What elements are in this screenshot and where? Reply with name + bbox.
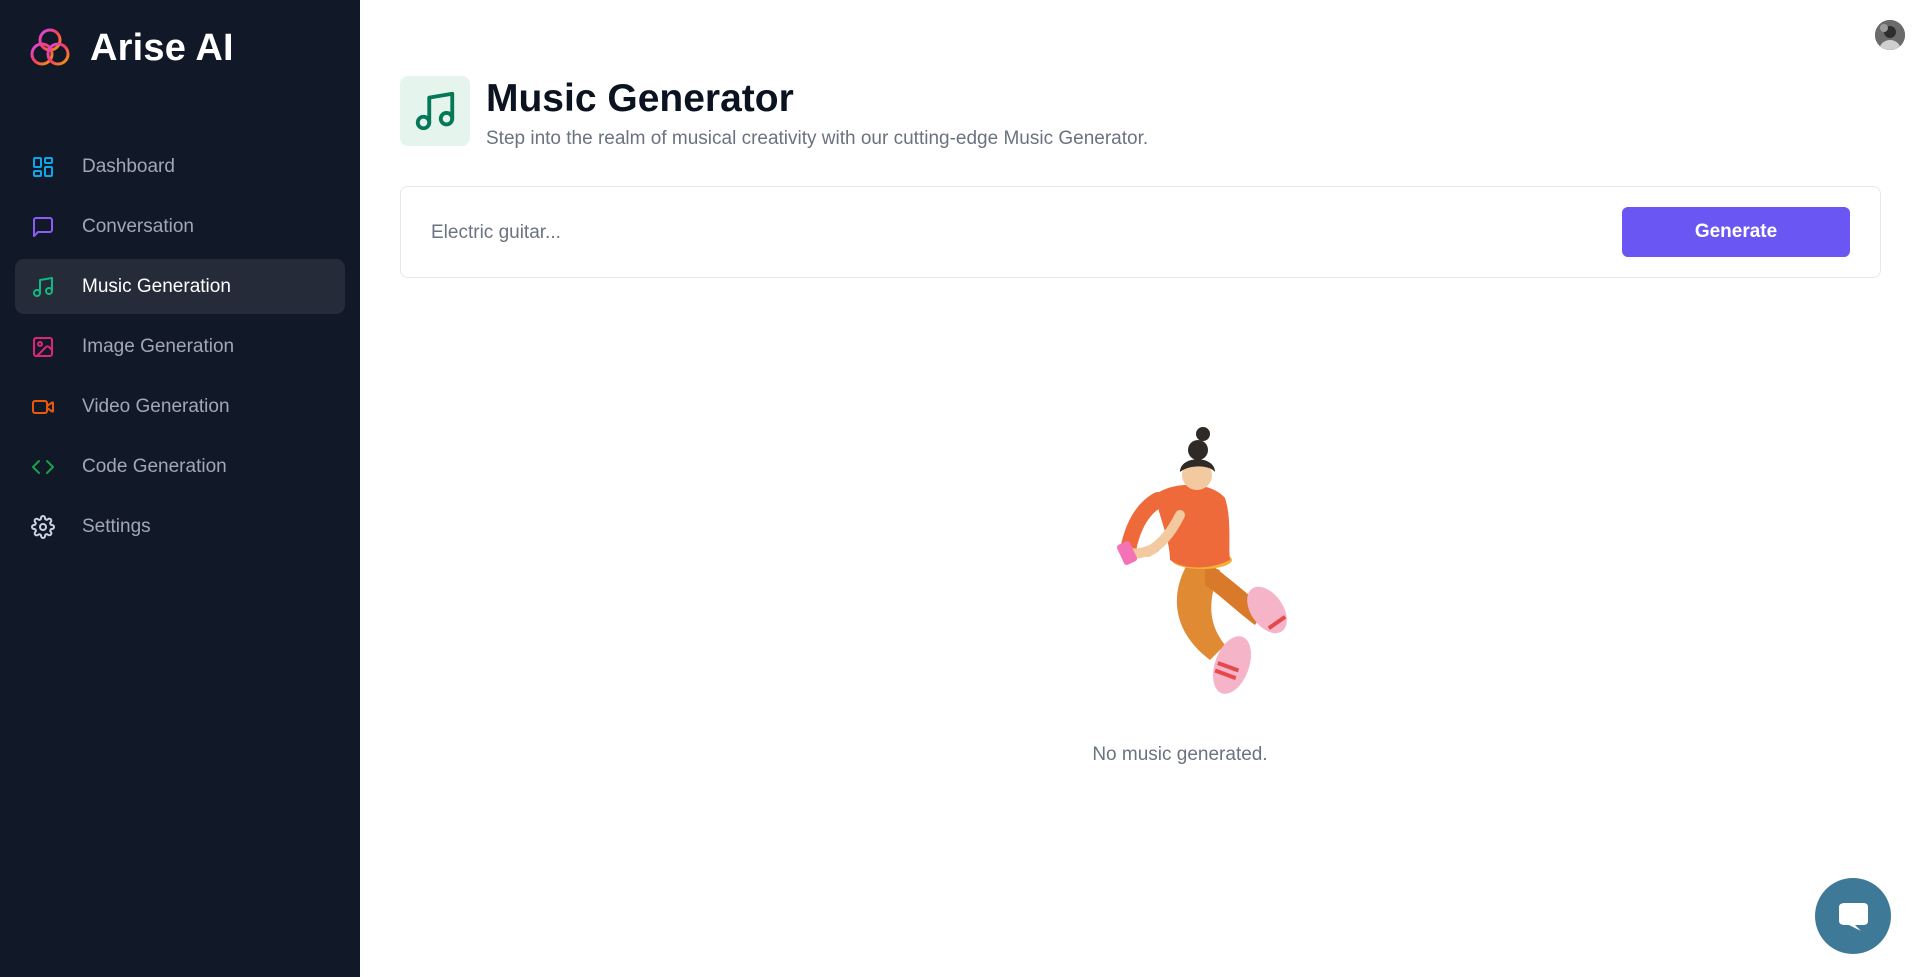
- sidebar-item-conversation[interactable]: Conversation: [15, 199, 345, 254]
- gear-icon: [30, 514, 56, 540]
- sidebar-item-settings[interactable]: Settings: [15, 499, 345, 554]
- sidebar-item-label: Image Generation: [82, 335, 235, 357]
- sidebar-item-music-generation[interactable]: Music Generation: [15, 259, 345, 314]
- sidebar-item-video-generation[interactable]: Video Generation: [15, 379, 345, 434]
- user-avatar[interactable]: [1875, 20, 1905, 50]
- sidebar-nav: Dashboard Conversation Music Generation: [15, 139, 345, 559]
- brand-name: Arise AI: [90, 26, 234, 69]
- floating-person-illustration: [1116, 427, 1287, 694]
- empty-state: No music generated.: [1020, 420, 1340, 766]
- rings-logo-icon: [30, 28, 70, 66]
- music-icon: [30, 274, 56, 300]
- sidebar-item-label: Settings: [82, 515, 151, 537]
- chat-bubble-icon: [1839, 903, 1868, 931]
- sidebar-item-image-generation[interactable]: Image Generation: [15, 319, 345, 374]
- sidebar-item-dashboard[interactable]: Dashboard: [15, 139, 345, 194]
- prompt-form: Generate: [400, 186, 1881, 278]
- image-icon: [30, 334, 56, 360]
- page-title: Music Generator: [486, 77, 794, 120]
- code-icon: [30, 454, 56, 480]
- sidebar-item-label: Music Generation: [82, 275, 231, 297]
- sidebar-item-label: Code Generation: [82, 455, 227, 477]
- message-square-icon: [30, 214, 56, 240]
- empty-state-message: No music generated.: [1092, 744, 1268, 765]
- generate-button[interactable]: Generate: [1622, 207, 1850, 257]
- music-icon: [400, 76, 470, 146]
- sidebar: Arise AI Dashboard Conversation Music Ge…: [0, 0, 360, 977]
- sidebar-item-label: Conversation: [82, 215, 194, 237]
- sidebar-item-label: Video Generation: [82, 395, 230, 417]
- brand[interactable]: Arise AI: [28, 26, 234, 70]
- page-subtitle: Step into the realm of musical creativit…: [486, 128, 1149, 149]
- dashboard-icon: [30, 154, 56, 180]
- main-content: Music Generator Step into the realm of m…: [360, 0, 1919, 977]
- page-header: Music Generator Step into the realm of m…: [400, 76, 1148, 150]
- sidebar-item-code-generation[interactable]: Code Generation: [15, 439, 345, 494]
- prompt-input[interactable]: [431, 213, 1571, 253]
- video-icon: [30, 394, 56, 420]
- sidebar-item-label: Dashboard: [82, 155, 175, 177]
- chat-widget-button[interactable]: [1815, 878, 1891, 954]
